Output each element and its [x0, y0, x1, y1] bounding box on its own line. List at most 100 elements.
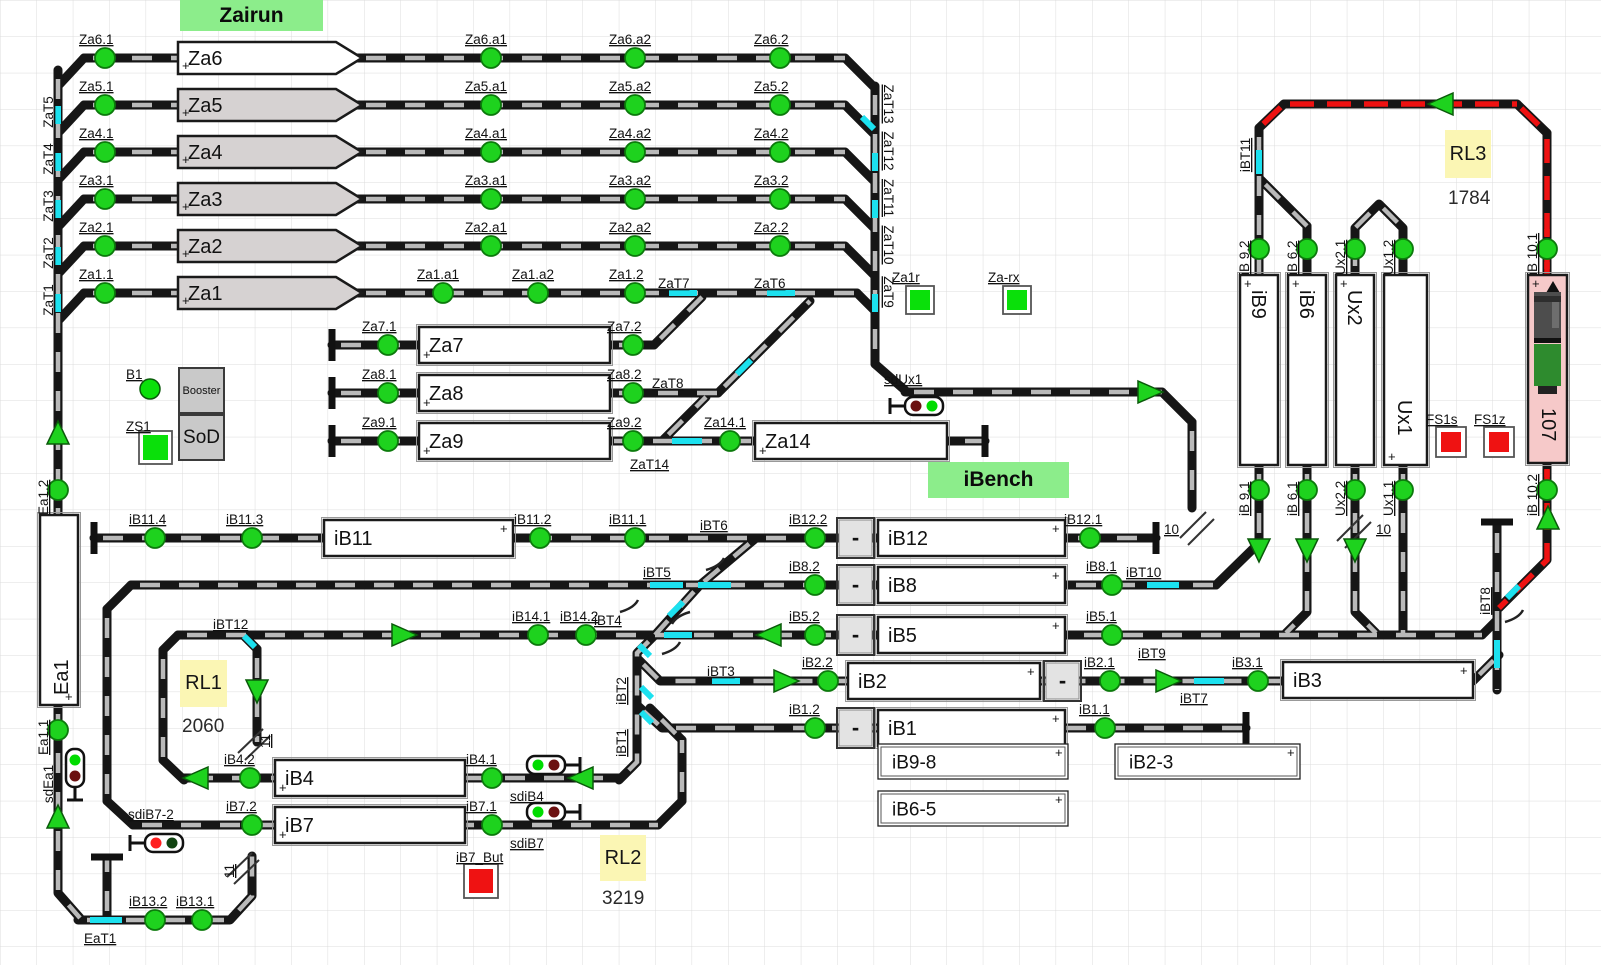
sensor-Za1.a1[interactable]	[433, 283, 453, 303]
sensor-Za2.1[interactable]	[95, 236, 115, 256]
sensor-Za6.a1[interactable]	[481, 48, 501, 68]
sensor-Za8.2[interactable]	[623, 383, 643, 403]
sensor-iB11.4[interactable]	[145, 528, 165, 548]
sensor-Za1.1[interactable]	[95, 283, 115, 303]
sensor-Za9.2[interactable]	[623, 431, 643, 451]
sensor-iB8.1[interactable]	[1102, 575, 1122, 595]
sensor-Za3.a2[interactable]	[625, 189, 645, 209]
block-label-iB1: iB1	[888, 718, 917, 740]
sensor-Za9.1[interactable]	[378, 431, 398, 451]
sensor-Za6.a2[interactable]	[625, 48, 645, 68]
sensor-iB11.1[interactable]	[625, 528, 645, 548]
label-ZaT5-26: ZaT5	[41, 96, 56, 128]
sensor-label-iB12.1: iB12.1	[1064, 512, 1102, 527]
sensor-Za3.2[interactable]	[770, 189, 790, 209]
sensor-iB 9.1[interactable]	[1249, 480, 1269, 500]
label-FS1z-23: FS1z	[1474, 412, 1506, 427]
sensor-iB11.2[interactable]	[530, 528, 550, 548]
sensor-Za4.2[interactable]	[770, 142, 790, 162]
label-EaT1-13: EaT1	[84, 931, 116, 946]
sensor-Za2.2[interactable]	[770, 236, 790, 256]
button-minus-iB5[interactable]: -	[837, 615, 874, 655]
sensor-Za6.1[interactable]	[95, 48, 115, 68]
sensor-Za1.a2[interactable]	[528, 283, 548, 303]
sensor-Ea1.1[interactable]	[48, 720, 68, 740]
sensor-iB2.2[interactable]	[818, 671, 838, 691]
sensor-Za3.1[interactable]	[95, 189, 115, 209]
indicator-Za1r[interactable]	[906, 286, 934, 314]
indicator-B1[interactable]	[140, 379, 160, 399]
sensor-Za2.a1[interactable]	[481, 236, 501, 256]
block-Ux1[interactable]	[1384, 275, 1427, 465]
sensor-iB14.1[interactable]	[528, 625, 548, 645]
indicator-Za-rx[interactable]	[1003, 286, 1031, 314]
sensor-iB12.2[interactable]	[805, 528, 825, 548]
label-ZaT3-28: ZaT3	[41, 190, 56, 222]
sensor-iB13.2[interactable]	[145, 910, 165, 930]
sensor-iB13.1[interactable]	[192, 910, 212, 930]
sensor-Za4.1[interactable]	[95, 142, 115, 162]
indicator-FS1z[interactable]	[1484, 427, 1514, 457]
block-plus-Ux2: +	[1340, 276, 1348, 291]
button-minus-iB2[interactable]: -	[1044, 661, 1081, 701]
block-plus-Za9: +	[423, 443, 431, 458]
sensor-Za8.1[interactable]	[378, 383, 398, 403]
button-minus-iB8[interactable]: -	[837, 565, 874, 605]
sensor-iB 10.2[interactable]	[1537, 480, 1557, 500]
sensor-Za2.a2[interactable]	[625, 236, 645, 256]
indicator-FS1s[interactable]	[1436, 427, 1466, 457]
sensor-iB4.1[interactable]	[482, 768, 502, 788]
sensor-Za4.a2[interactable]	[625, 142, 645, 162]
sensor-label-iB7.2: iB7.2	[226, 799, 257, 814]
sensor-iB 9.2[interactable]	[1249, 239, 1269, 259]
block-plus-Za3: +	[182, 199, 190, 214]
sensor-iB5.2[interactable]	[805, 625, 825, 645]
sensor-Za4.a1[interactable]	[481, 142, 501, 162]
sensor-Za5.1[interactable]	[95, 95, 115, 115]
booster-box[interactable]: Booster	[178, 367, 225, 414]
sensor-Ux2.2[interactable]	[1345, 480, 1365, 500]
sensor-Za3.a1[interactable]	[481, 189, 501, 209]
sensor-label-Za1.a1: Za1.a1	[417, 267, 459, 282]
sensor-label-iB3.1: iB3.1	[1232, 655, 1263, 670]
sensor-Ea1.2[interactable]	[48, 480, 68, 500]
sensor-Za6.2[interactable]	[770, 48, 790, 68]
sensor-iB5.1[interactable]	[1102, 625, 1122, 645]
sensor-iB2.1[interactable]	[1100, 671, 1120, 691]
sensor-iB11.3[interactable]	[242, 528, 262, 548]
sensor-label-Za1.a2: Za1.a2	[512, 267, 554, 282]
sensor-label-Za1.2: Za1.2	[609, 267, 644, 282]
sensor-Za5.a1[interactable]	[481, 95, 501, 115]
indicator-ZS1[interactable]	[139, 431, 172, 464]
sensor-iB14.2[interactable]	[576, 625, 596, 645]
sensor-iB 10.1[interactable]	[1537, 239, 1557, 259]
sensor-iB12.1[interactable]	[1080, 528, 1100, 548]
sensor-Za7.2[interactable]	[623, 335, 643, 355]
sensor-label-iB 6.2: iB 6.2	[1285, 240, 1300, 275]
sensor-Ux1.2[interactable]	[1393, 239, 1413, 259]
sensor-iB1.2[interactable]	[805, 718, 825, 738]
sensor-iB7.1[interactable]	[482, 815, 502, 835]
sensor-iB8.2[interactable]	[805, 575, 825, 595]
sensor-iB1.1[interactable]	[1095, 718, 1115, 738]
label-ZaT2-29: ZaT2	[41, 237, 56, 269]
sensor-iB 6.2[interactable]	[1297, 239, 1317, 259]
sensor-label-iB1.2: iB1.2	[789, 702, 820, 717]
sensor-Za1.2[interactable]	[625, 283, 645, 303]
sensor-iB3.1[interactable]	[1248, 671, 1268, 691]
sensor-iB7.2[interactable]	[242, 815, 262, 835]
sensor-Ux1.1[interactable]	[1393, 480, 1413, 500]
sensor-Za5.a2[interactable]	[625, 95, 645, 115]
sensor-Za5.2[interactable]	[770, 95, 790, 115]
sensor-Za7.1[interactable]	[378, 335, 398, 355]
sensor-iB4.2[interactable]	[240, 768, 260, 788]
button-minus-iB12[interactable]: -	[837, 518, 874, 558]
sod-box[interactable]: SoD	[178, 414, 225, 461]
sensor-label-iB8.1: iB8.1	[1086, 559, 1117, 574]
label-11-41: 11	[258, 734, 273, 748]
button-minus-iB1[interactable]: -	[837, 708, 874, 748]
indicator-iB7_But[interactable]	[464, 864, 498, 898]
sensor-Za14.1[interactable]	[720, 431, 740, 451]
sensor-Ux2.1[interactable]	[1345, 239, 1365, 259]
sensor-iB 6.1[interactable]	[1297, 480, 1317, 500]
